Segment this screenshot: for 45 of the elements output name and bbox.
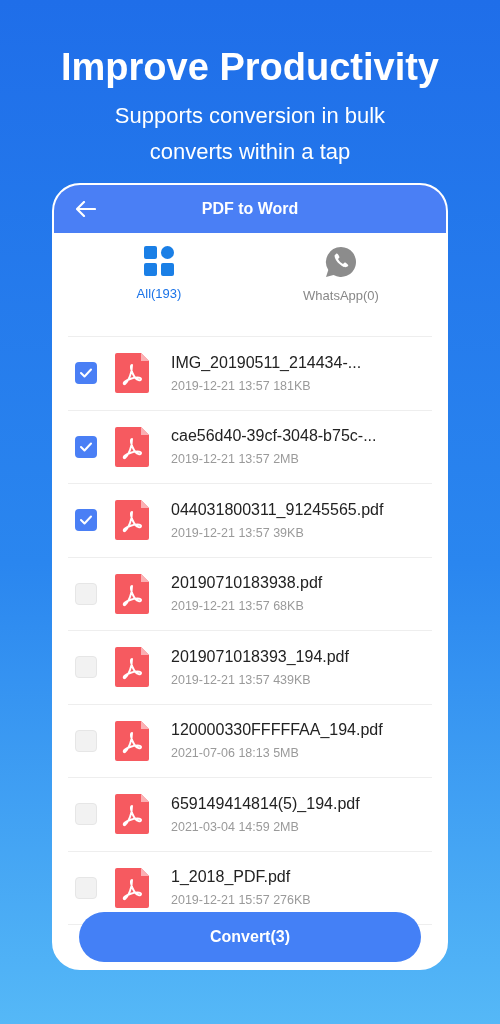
checkbox[interactable] xyxy=(75,729,97,752)
pdf-file-icon xyxy=(115,720,149,761)
checkbox[interactable] xyxy=(75,803,97,826)
file-meta: 2019-12-21 13:57 68KB xyxy=(171,598,305,615)
convert-button[interactable]: Convert(3) xyxy=(79,912,421,962)
checkbox[interactable] xyxy=(75,876,97,899)
check-icon xyxy=(80,441,92,452)
checkbox[interactable] xyxy=(75,509,97,532)
file-name: 2019071018393_194.pdf xyxy=(171,646,349,667)
pdf-file-icon xyxy=(115,647,149,688)
pdf-file-icon xyxy=(115,500,149,541)
pdf-file-icon xyxy=(115,867,149,908)
file-meta: 2019-12-21 13:57 39KB xyxy=(171,524,305,541)
pdf-file-icon xyxy=(115,794,149,835)
category-tab[interactable]: All(193) xyxy=(68,233,250,336)
file-meta: 2019-12-21 13:57 181KB xyxy=(171,377,312,394)
file-meta: 2019-12-21 13:57 2MB xyxy=(171,451,300,468)
phone-chat-icon xyxy=(325,246,357,278)
grid-icon xyxy=(144,246,174,276)
file-meta: 2021-03-04 14:59 2MB xyxy=(171,818,300,835)
file-name: 659149414814(5)_194.pdf xyxy=(171,793,360,814)
app-bar-title: PDF to Word xyxy=(201,199,299,219)
checkbox[interactable] xyxy=(75,435,97,458)
checkbox[interactable] xyxy=(75,362,97,385)
file-name: 1_2018_PDF.pdf xyxy=(171,867,292,888)
subtitle-line: converts within a tap xyxy=(149,138,351,166)
category-tab[interactable]: WhatsApp(0) xyxy=(250,233,432,336)
checkbox[interactable] xyxy=(75,582,97,605)
file-meta: 2021-07-06 18:13 5MB xyxy=(171,745,300,762)
subtitle-line: Supports conversion in bulk xyxy=(114,102,386,130)
file-name: 044031800311_91245565.pdf xyxy=(171,499,384,520)
pdf-file-icon xyxy=(115,426,149,467)
headline: Improve Productivity xyxy=(61,45,439,90)
file-meta: 2019-12-21 15:57 276KB xyxy=(171,892,311,909)
check-icon xyxy=(80,515,92,526)
checkbox[interactable] xyxy=(75,656,97,679)
pdf-file-icon xyxy=(115,353,149,394)
file-name: 20190710183938.pdf xyxy=(171,573,323,594)
file-name: IMG_20190511_214434-... xyxy=(171,352,362,373)
file-name: 120000330FFFFFAA_194.pdf xyxy=(171,720,383,741)
file-meta: 2019-12-21 13:57 439KB xyxy=(171,671,312,688)
file-name: cae56d40-39cf-3048-b75c-... xyxy=(171,426,377,447)
check-icon xyxy=(80,368,92,379)
back-arrow-icon[interactable] xyxy=(76,201,96,217)
pdf-file-icon xyxy=(115,573,149,614)
